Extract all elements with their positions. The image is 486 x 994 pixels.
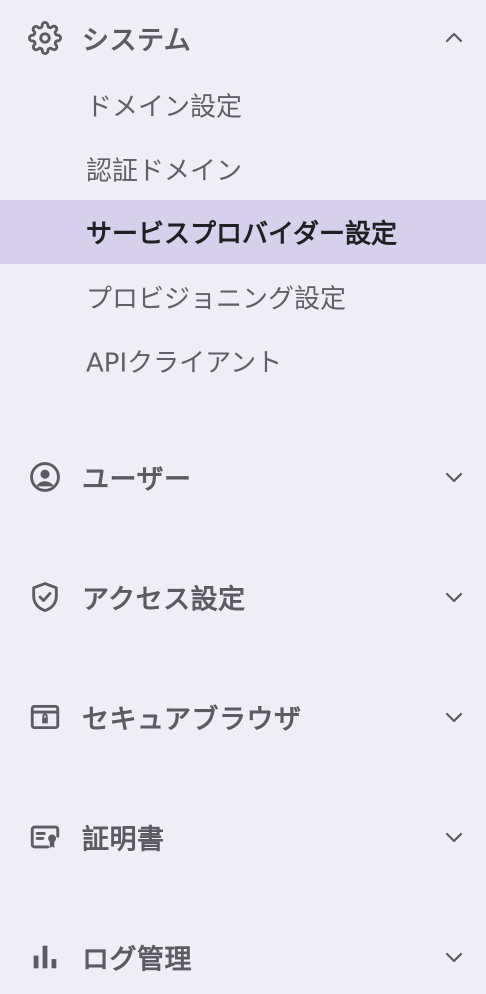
section-access-header[interactable]: アクセス設定 [0,572,486,622]
chevron-down-icon [444,467,464,487]
section-certs-label: 証明書 [82,824,165,856]
section-users-header[interactable]: ユーザー [0,452,486,502]
sidebar-item-label: プロビジョニング設定 [86,284,347,315]
sidebar-item-label: サービスプロバイダー設定 [86,219,397,250]
bar-chart-icon [28,940,62,974]
sidebar-item-api-client[interactable]: APIクライアント [0,329,486,393]
section-logs-label: ログ管理 [82,944,192,976]
gear-icon [28,21,62,55]
secure-browser-icon [28,700,62,734]
sidebar-item-domain-settings[interactable]: ドメイン設定 [0,73,486,137]
sidebar-item-auth-domain[interactable]: 認証ドメイン [0,137,486,201]
section-certs-header[interactable]: 証明書 [0,812,486,862]
chevron-up-icon [444,28,464,48]
certificate-icon [28,820,62,854]
sidebar-item-label: ドメイン設定 [86,92,243,123]
chevron-down-icon [444,827,464,847]
sidebar-item-label: APIクライアント [86,348,283,379]
section-system-header[interactable]: システム [0,13,486,63]
sidebar-item-provisioning-settings[interactable]: プロビジョニング設定 [0,265,486,329]
section-browser-header[interactable]: セキュアブラウザ [0,692,486,742]
sidebar-item-service-provider-settings[interactable]: サービスプロバイダー設定 [0,200,486,264]
section-access-label: アクセス設定 [82,584,246,616]
section-system-label: システム [82,25,192,57]
user-circle-icon [28,460,62,494]
sidebar-nav: システム ドメイン設定 認証ドメイン サービスプロバイダー設定 プロビジョニング… [0,0,486,994]
section-logs-header[interactable]: ログ管理 [0,932,486,982]
chevron-down-icon [444,587,464,607]
shield-check-icon [28,580,62,614]
section-browser-label: セキュアブラウザ [82,704,302,736]
section-users-label: ユーザー [82,464,192,496]
sidebar-item-label: 認証ドメイン [86,156,243,187]
chevron-down-icon [444,707,464,727]
chevron-down-icon [444,947,464,967]
